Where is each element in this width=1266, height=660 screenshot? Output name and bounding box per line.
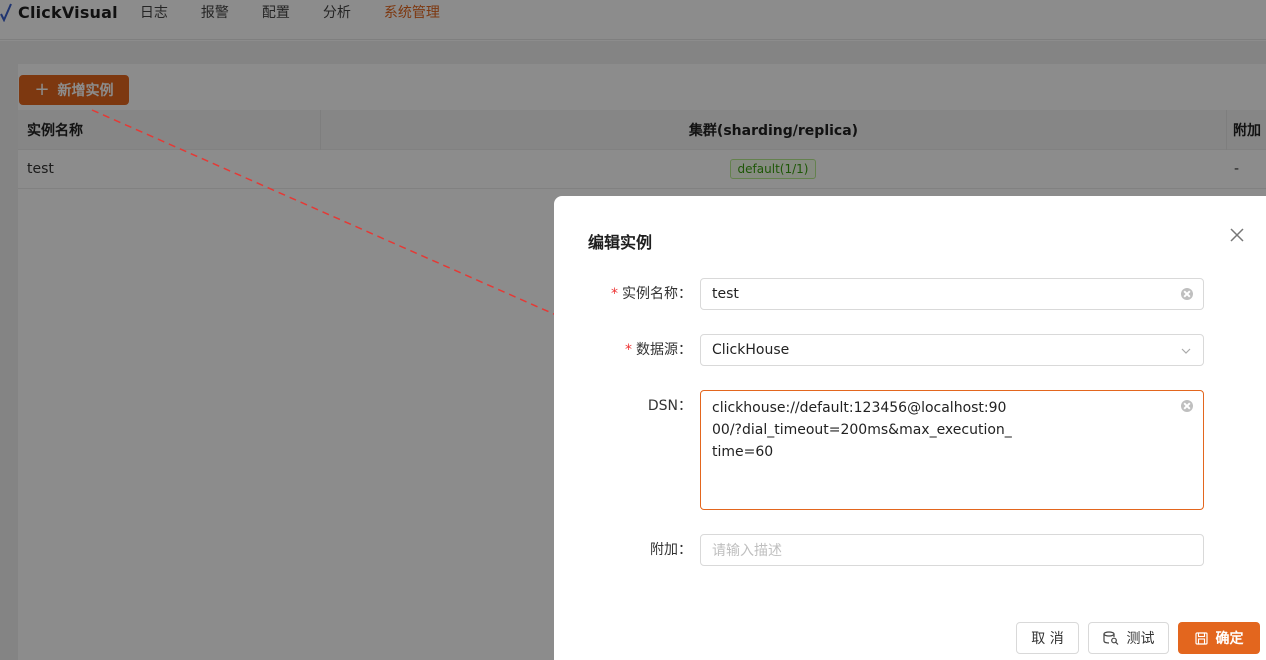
datasource-select[interactable]: ClickHouse: [700, 334, 1204, 366]
instance-name-value: test: [712, 286, 739, 302]
dsn-value: clickhouse://default:123456@localhost:90…: [712, 400, 1012, 460]
cancel-label: 取 消: [1031, 631, 1064, 647]
cancel-button[interactable]: 取 消: [1016, 622, 1079, 654]
datasource-label: * 数据源：: [625, 342, 692, 358]
close-icon[interactable]: [1230, 228, 1248, 246]
clear-icon[interactable]: [1181, 400, 1193, 412]
extra-label: 附加：: [650, 542, 692, 558]
extra-placeholder: 请输入描述: [712, 543, 782, 559]
drawer-title: 编辑实例: [588, 233, 653, 252]
dsn-textarea[interactable]: clickhouse://default:123456@localhost:90…: [700, 390, 1204, 510]
required-mark: *: [611, 286, 618, 302]
save-icon: [1194, 631, 1208, 645]
test-button[interactable]: 测试: [1088, 622, 1169, 654]
chevron-down-icon: [1181, 344, 1191, 354]
datasource-value: ClickHouse: [712, 342, 790, 358]
database-search-icon: [1102, 631, 1119, 645]
form-row-dsn: DSN： clickhouse://default:123456@localho…: [554, 390, 1204, 510]
confirm-label: 确定: [1215, 631, 1244, 647]
extra-input[interactable]: 请输入描述: [700, 534, 1204, 566]
confirm-button[interactable]: 确定: [1178, 622, 1260, 654]
form-row-extra: 附加： 请输入描述: [554, 534, 1204, 566]
instance-name-input[interactable]: test: [700, 278, 1204, 310]
test-label: 测试: [1126, 631, 1155, 647]
edit-instance-drawer: 编辑实例 * 实例名称： test * 数据源： ClickHouse DSN： c…: [554, 196, 1266, 660]
name-label: * 实例名称：: [611, 286, 692, 302]
dsn-label: DSN：: [647, 398, 692, 414]
clear-icon[interactable]: [1181, 288, 1193, 300]
form-row-datasource: * 数据源： ClickHouse: [554, 334, 1204, 366]
form-row-name: * 实例名称： test: [554, 278, 1204, 310]
required-mark: *: [625, 342, 632, 358]
